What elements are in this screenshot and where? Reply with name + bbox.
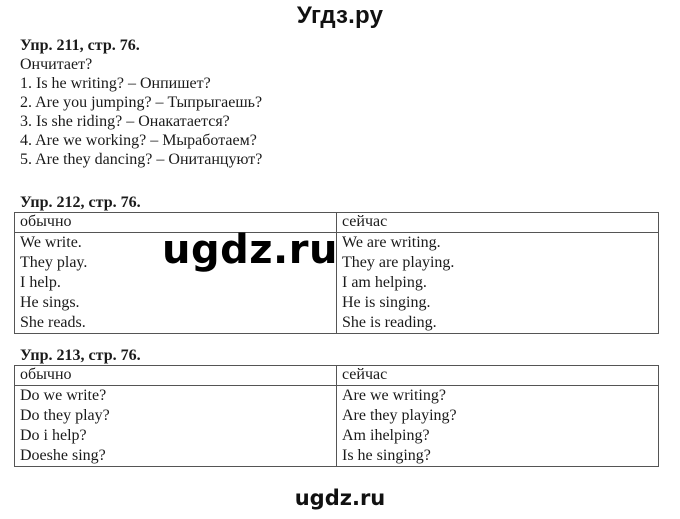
document-body: Упр. 211, стр. 76. Ончитает? 1. Is he wr…: [14, 36, 665, 467]
table-cell: Do we write?: [20, 387, 107, 404]
watermark: ugdz.ru: [162, 227, 338, 273]
table-cell: He is singing.: [342, 294, 431, 311]
table-cell: Is he singing?: [342, 447, 431, 464]
text-line: 2. Are you jumping? – Тыпрыгаешь?: [20, 94, 263, 111]
column-now: We are writing. They are playing. I am h…: [336, 232, 659, 334]
table-cell: I help.: [20, 274, 61, 291]
column-usually: Do we write? Do they play? Do i help? Do…: [14, 385, 337, 467]
column-header-usually: обычно: [14, 365, 337, 386]
exercise-212: Упр. 212, стр. 76. обычно сейчас We writ…: [14, 193, 665, 334]
table-cell: Do i help?: [20, 427, 87, 444]
column-now: Are we writing? Are they playing? Am ihe…: [336, 385, 659, 467]
table-header-row: обычно сейчас: [14, 365, 659, 386]
table-cell: She reads.: [20, 314, 86, 331]
table-cell: He sings.: [20, 294, 80, 311]
site-title: Угдз.ру: [296, 2, 384, 29]
exercise-heading: Упр. 213, стр. 76.: [20, 347, 141, 364]
exercise-heading: Упр. 211, стр. 76.: [20, 37, 140, 54]
exercise-heading: Упр. 212, стр. 76.: [20, 194, 141, 211]
table-cell: Do they play?: [20, 407, 110, 424]
table-cell: Are they playing?: [342, 407, 457, 424]
exercise-211: Упр. 211, стр. 76. Ончитает? 1. Is he wr…: [20, 36, 665, 169]
exercise-213: Упр. 213, стр. 76. обычно сейчас Do we w…: [14, 346, 665, 467]
table-cell: Are we writing?: [342, 387, 446, 404]
table-cell: She is reading.: [342, 314, 437, 331]
table-cell: I am helping.: [342, 274, 427, 291]
table-cell: Am ihelping?: [342, 427, 430, 444]
text-line: 1. Is he writing? – Онпишет?: [20, 75, 211, 92]
table-cell: We are writing.: [342, 234, 441, 251]
table-row: Do we write? Do they play? Do i help? Do…: [14, 385, 659, 467]
exercise-213-table: обычно сейчас Do we write? Do they play?…: [14, 365, 659, 467]
column-header-now: сейчас: [336, 365, 659, 386]
table-cell: They are playing.: [342, 254, 455, 271]
column-header-now: сейчас: [336, 212, 659, 233]
table-cell: Doeshe sing?: [20, 447, 106, 464]
text-line: Ончитает?: [20, 56, 93, 73]
text-line: 3. Is she riding? – Онакатается?: [20, 113, 230, 130]
footer-watermark: ugdz.ru: [294, 486, 386, 510]
text-line: 4. Are we working? – Мыработаем?: [20, 132, 257, 149]
text-line: 5. Are they dancing? – Онитанцуют?: [20, 151, 263, 168]
